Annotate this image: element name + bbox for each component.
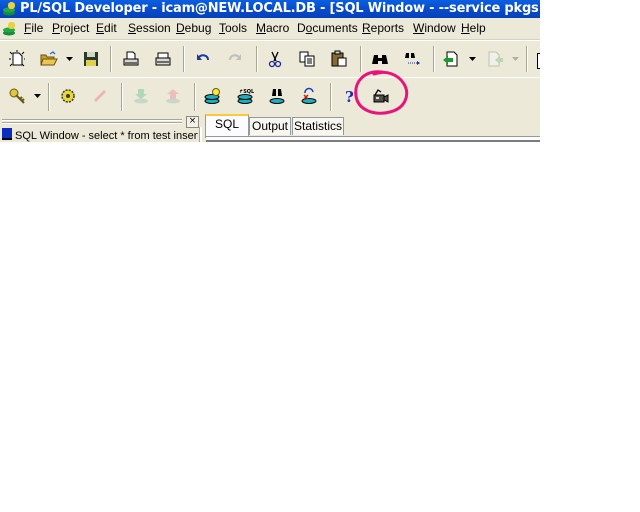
app-icon — [3, 2, 15, 16]
window-list-item[interactable]: SQL Window - select * from test insert — [2, 128, 198, 142]
open-dropdown-icon[interactable] — [66, 55, 74, 63]
menu-edit[interactable]: Edit — [96, 21, 117, 35]
save-file-dropdown-icon[interactable] — [512, 55, 520, 63]
load-file-icon — [443, 51, 458, 67]
load-button[interactable] — [440, 48, 462, 70]
key-icon — [9, 88, 25, 104]
find-db-objects-button[interactable] — [266, 85, 288, 107]
cut-button[interactable] — [264, 48, 286, 70]
save-file-button[interactable] — [484, 48, 506, 70]
save-button[interactable] — [80, 48, 102, 70]
menu-help[interactable]: Help — [461, 21, 486, 35]
new-file-icon — [9, 50, 25, 67]
log-on-button[interactable] — [6, 85, 28, 107]
main-toolbar — [0, 40, 540, 78]
menu-session[interactable]: Session — [128, 21, 171, 35]
title-bar[interactable]: PL/SQL Developer - icam@NEW.LOCAL.DB - [… — [0, 0, 540, 18]
menu-tools[interactable]: Tools — [219, 21, 247, 35]
redo-button[interactable] — [224, 48, 246, 70]
panel-grip[interactable] — [2, 119, 182, 121]
toolbar-separator — [194, 83, 196, 111]
export-button[interactable] — [162, 85, 184, 107]
import-button[interactable] — [130, 85, 152, 107]
printer-setup-icon — [155, 52, 171, 66]
print-button[interactable] — [120, 48, 142, 70]
app-window: PL/SQL Developer - icam@NEW.LOCAL.DB - [… — [0, 0, 540, 142]
toolbar-separator — [48, 83, 50, 111]
database-sql-icon: ↱SQL — [237, 89, 254, 104]
sql-window-icon — [2, 128, 12, 140]
load-dropdown-icon[interactable] — [469, 55, 477, 63]
menu-reports[interactable]: Reports — [362, 21, 404, 35]
folder-open-icon — [40, 51, 58, 66]
new-button[interactable] — [6, 48, 28, 70]
toolbar-separator — [433, 46, 435, 72]
printer-icon — [123, 51, 139, 66]
save-file-icon — [488, 51, 503, 67]
copy-button[interactable] — [296, 48, 318, 70]
toolbar-separator — [183, 46, 185, 72]
window-title: PL/SQL Developer - icam@NEW.LOCAL.DB - [… — [20, 1, 540, 16]
open-button[interactable] — [38, 48, 60, 70]
editor-border — [206, 140, 540, 142]
refresh-button[interactable] — [298, 85, 320, 107]
panel-grip[interactable] — [2, 122, 182, 124]
toolbar-separator — [330, 83, 332, 111]
tab-sql[interactable]: SQL — [205, 114, 249, 138]
find-next-button[interactable] — [401, 48, 423, 70]
undo-button[interactable] — [192, 48, 214, 70]
undo-arrow-icon — [197, 54, 209, 61]
paste-button[interactable] — [328, 48, 350, 70]
panel-splitter[interactable] — [199, 127, 202, 142]
svg-text:↱SQL: ↱SQL — [239, 89, 254, 95]
toolbar-separator — [121, 83, 123, 111]
menu-project[interactable]: Project — [52, 21, 89, 35]
binoculars-icon — [372, 55, 388, 64]
menu-debug[interactable]: Debug — [176, 21, 211, 35]
export-disabled-icon — [166, 89, 180, 104]
copy-icon — [299, 51, 315, 67]
window-list-item-label: SQL Window - select * from test insert — [15, 130, 198, 142]
query-builder-button[interactable] — [202, 85, 224, 107]
import-disabled-icon — [134, 89, 148, 104]
toolbar-separator — [526, 46, 528, 72]
annotation-circle — [354, 70, 409, 115]
database-refresh-icon — [301, 87, 317, 104]
menu-file[interactable]: File — [24, 21, 43, 35]
document-icon[interactable] — [2, 21, 17, 36]
menu-window[interactable]: Window — [413, 21, 456, 35]
tab-output[interactable]: Output — [249, 117, 291, 135]
log-on-dropdown-icon[interactable] — [34, 92, 42, 100]
execute-sql-button[interactable]: ↱SQL — [234, 85, 256, 107]
compile-button[interactable] — [57, 85, 79, 107]
disconnect-button[interactable] — [89, 85, 111, 107]
menu-macro[interactable]: Macro — [256, 21, 289, 35]
find-next-icon — [405, 53, 420, 65]
database-binoculars-icon — [269, 89, 285, 104]
overflow-icon[interactable] — [537, 53, 540, 69]
redo-arrow-icon — [229, 54, 241, 61]
gear-icon — [61, 89, 75, 103]
print-setup-button[interactable] — [152, 48, 174, 70]
scissors-icon — [268, 51, 282, 68]
secondary-toolbar: ↱SQL ? — [0, 77, 540, 116]
find-button[interactable] — [369, 48, 391, 70]
plug-disabled-icon — [93, 89, 107, 103]
save-disk-icon — [84, 52, 98, 66]
database-bulb-icon — [204, 88, 220, 104]
toolbar-separator — [256, 46, 258, 72]
toolbar-separator — [110, 46, 112, 72]
menu-bar: File Project Edit Session Debug Tools Ma… — [0, 18, 540, 40]
close-panel-button[interactable]: × — [186, 116, 199, 128]
clipboard-paste-icon — [331, 50, 347, 67]
tab-statistics[interactable]: Statistics — [292, 117, 344, 135]
menu-documents[interactable]: Documents — [297, 21, 358, 35]
